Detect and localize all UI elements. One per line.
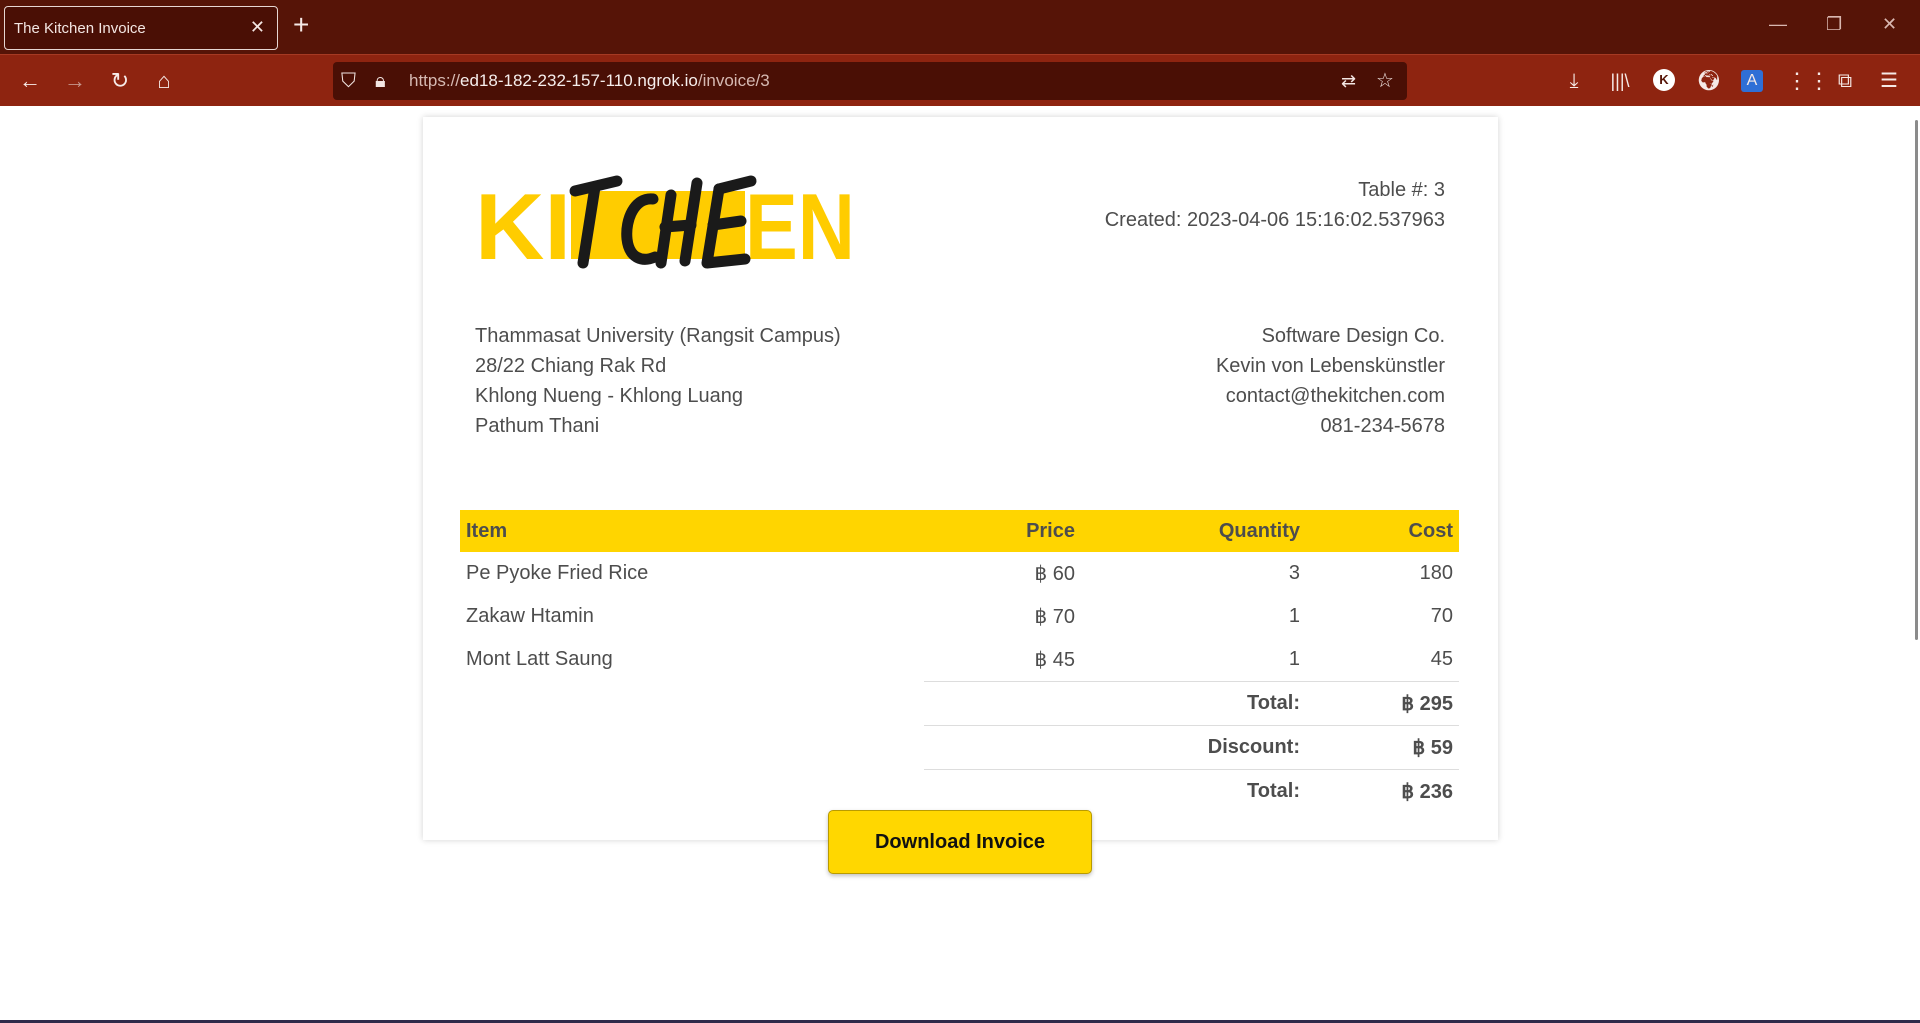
tab-title: The Kitchen Invoice: [14, 20, 146, 37]
cell-item: Pe Pyoke Fried Rice: [466, 562, 649, 584]
new-tab-icon[interactable]: +: [293, 11, 309, 39]
discount-row: Discount: ฿ 59: [460, 724, 1459, 769]
address-line: 28/22 Chiang Rak Rd: [475, 355, 667, 377]
reload-icon[interactable]: ↻: [107, 68, 133, 94]
forward-icon[interactable]: →: [62, 68, 88, 94]
cell-quantity: 1: [1288, 605, 1300, 627]
extension-globe-icon[interactable]: 🌍︎: [1695, 67, 1723, 95]
created-timestamp: Created: 2023-04-06 15:16:02.537963: [1104, 209, 1445, 231]
address-line: Pathum Thani: [475, 415, 600, 437]
spacer-cell: [460, 769, 924, 813]
cell-cost: 45: [1430, 647, 1453, 670]
home-icon[interactable]: ⌂: [151, 68, 177, 94]
url-prefix: https://: [409, 71, 461, 90]
cell-price: ฿ 45: [1034, 648, 1075, 671]
subtotal-value: ฿ 295: [1306, 680, 1459, 725]
contact-phone: 081-234-5678: [1320, 415, 1445, 437]
grand-total-label: Total:: [924, 768, 1306, 813]
table-number: Table #: 3: [1358, 179, 1445, 201]
table-header-row: Item Price Quantity Cost: [460, 510, 1459, 552]
grand-total-value: ฿ 236: [1306, 768, 1459, 813]
contact-email: contact@thekitchen.com: [1225, 385, 1445, 407]
menu-icon[interactable]: ☰: [1875, 67, 1903, 95]
back-icon[interactable]: ←: [17, 68, 43, 94]
cell-item: Zakaw Htamin: [466, 605, 594, 627]
spacer-cell: [460, 681, 924, 725]
close-window-icon[interactable]: ✕: [1882, 14, 1897, 35]
url-path: /invoice/3: [697, 71, 770, 90]
cell-cost: 70: [1430, 605, 1453, 627]
cell-price: ฿ 60: [1034, 563, 1075, 585]
cell-item: Mont Latt Saung: [466, 648, 613, 670]
page-viewport: KI EN Table #: 3 Created: 2023-04-06 15:…: [0, 106, 1920, 1023]
cell-price: ฿ 70: [1034, 606, 1075, 628]
library-icon[interactable]: |||\: [1606, 67, 1634, 95]
cell-cost: 180: [1419, 562, 1453, 584]
column-header-item: Item: [460, 510, 924, 552]
svg-text:KI: KI: [475, 174, 571, 269]
translate-icon[interactable]: ⇄: [1341, 70, 1356, 92]
company-name: Software Design Co.: [1261, 325, 1445, 347]
invoice-card: KI EN Table #: 3 Created: 2023-04-06 15:…: [423, 117, 1498, 840]
svg-text:EN: EN: [745, 174, 855, 269]
star-icon[interactable]: ☆: [1376, 70, 1394, 92]
column-header-quantity: Quantity: [1081, 510, 1306, 552]
apps-grid-icon[interactable]: ⋮⋮: [1786, 67, 1830, 95]
grand-total-row: Total: ฿ 236: [460, 768, 1459, 813]
url-text[interactable]: https://ed18-182-232-157-110.ngrok.io/in…: [409, 71, 770, 91]
address-line: Thammasat University (Rangsit Campus): [475, 325, 841, 347]
subtotal-row: Total: ฿ 295: [460, 680, 1459, 725]
cell-quantity: 3: [1288, 562, 1300, 584]
download-invoice-button[interactable]: Download Invoice: [828, 810, 1092, 874]
tab-strip: The Kitchen Invoice ✕ + — ❐ ✕: [0, 0, 1920, 54]
company-contact: Software Design Co. Kevin von Lebensküns…: [1216, 321, 1445, 441]
navigation-toolbar: ← → ↻ ⌂ ⛉ 🔒︎ https://ed18-182-232-157-11…: [0, 54, 1920, 106]
table-row: Pe Pyoke Fried Rice ฿ 60 3 180: [460, 552, 1459, 595]
restaurant-address: Thammasat University (Rangsit Campus) 28…: [475, 321, 841, 441]
subtotal-label: Total:: [924, 680, 1306, 725]
account-icon[interactable]: K: [1653, 69, 1675, 91]
lock-icon[interactable]: 🔒︎: [375, 70, 386, 92]
tab-close-icon[interactable]: ✕: [250, 17, 265, 38]
download-icon[interactable]: ⤓: [1560, 67, 1588, 95]
contact-person: Kevin von Lebenskünstler: [1215, 355, 1445, 377]
invoice-meta: Table #: 3 Created: 2023-04-06 15:16:02.…: [1105, 175, 1445, 235]
minimize-icon[interactable]: —: [1769, 14, 1787, 35]
table-row: Zakaw Htamin ฿ 70 1 70: [460, 595, 1459, 638]
kitchen-logo: KI EN: [475, 169, 855, 279]
spacer-cell: [460, 725, 924, 769]
table-row: Mont Latt Saung ฿ 45 1 45: [460, 638, 1459, 681]
translate-ext-icon[interactable]: A: [1741, 70, 1763, 92]
cell-quantity: 1: [1288, 647, 1300, 670]
discount-value: ฿ 59: [1306, 724, 1459, 769]
column-header-cost: Cost: [1306, 510, 1459, 552]
restore-icon[interactable]: ❐: [1826, 14, 1842, 35]
shield-icon[interactable]: ⛉: [341, 70, 356, 92]
invoice-items-table: Item Price Quantity Cost Pe Pyoke Fried …: [460, 510, 1459, 813]
url-host: ed18-182-232-157-110.ngrok.io: [460, 71, 698, 90]
column-header-price: Price: [924, 510, 1081, 552]
discount-label: Discount:: [924, 724, 1306, 769]
address-bar[interactable]: ⛉ 🔒︎ https://ed18-182-232-157-110.ngrok.…: [333, 62, 1407, 100]
tab-active[interactable]: The Kitchen Invoice ✕: [4, 6, 278, 50]
kitchen-logo-graphic: KI EN: [475, 174, 855, 279]
address-line: Khlong Nueng - Khlong Luang: [475, 385, 743, 407]
scrollbar-thumb[interactable]: [1915, 120, 1918, 640]
puzzle-icon[interactable]: ⧉: [1831, 67, 1859, 95]
